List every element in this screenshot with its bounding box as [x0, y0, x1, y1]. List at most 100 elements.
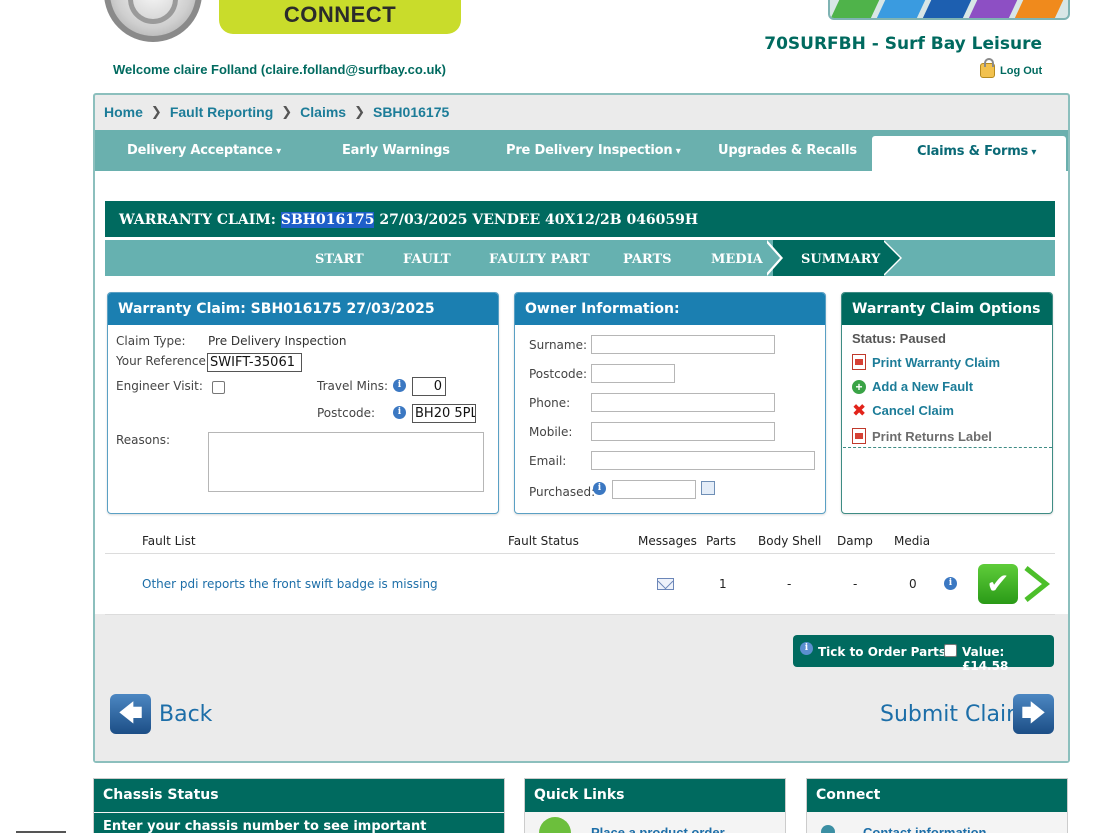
tile-blue[interactable]	[922, 0, 974, 18]
warranty-claim-title: Warranty Claim: SBH016175 27/03/2025	[108, 293, 498, 325]
reference-label: Your Reference:	[116, 354, 210, 368]
breadcrumb-current[interactable]: SBH016175	[373, 104, 449, 120]
fault-link[interactable]: Other pdi reports the front swift badge …	[142, 577, 438, 591]
connect-box: Connect Contact information	[806, 778, 1068, 833]
chassis-status-box: Chassis Status Enter your chassis number…	[93, 778, 505, 833]
cross-icon: ✖	[852, 400, 867, 420]
phone-input[interactable]	[591, 393, 775, 412]
contact-info-link[interactable]: Contact information	[863, 825, 987, 833]
claim-ref: SBH016175	[280, 212, 375, 228]
surname-label: Surname:	[529, 338, 588, 352]
info-icon[interactable]: i	[393, 379, 406, 392]
plus-icon: +	[852, 379, 866, 394]
place-order-link[interactable]: Place a product order	[591, 825, 725, 833]
order-parts-label: Tick to Order Parts:	[818, 645, 951, 659]
back-button[interactable]: Back	[159, 702, 212, 727]
purchased-label: Purchased:	[529, 485, 596, 499]
email-input[interactable]	[591, 451, 815, 470]
header-fault-status: Fault Status	[508, 534, 579, 548]
phone-label: Phone:	[529, 396, 571, 410]
purchased-input[interactable]	[612, 480, 696, 499]
chassis-prompt: Enter your chassis number to see importa…	[94, 813, 504, 833]
back-arrow-icon[interactable]: 🡄	[110, 694, 151, 734]
claim-options-title: Warranty Claim Options	[842, 293, 1052, 325]
brand-tiles[interactable]	[828, 0, 1070, 20]
surname-input[interactable]	[591, 335, 775, 354]
order-parts-bar: i Tick to Order Parts: Value: £14.58	[793, 635, 1054, 673]
damp-value: -	[853, 577, 858, 591]
chassis-status-title: Chassis Status	[94, 779, 504, 812]
add-fault-link[interactable]: + Add a New Fault	[852, 379, 973, 394]
logout-label: Log Out	[1000, 64, 1043, 77]
connect-title: Connect	[807, 779, 1067, 812]
order-parts-checkbox[interactable]	[944, 644, 957, 657]
info-icon[interactable]: i	[800, 642, 813, 655]
header-damp: Damp	[837, 534, 873, 548]
claim-type-value: Pre Delivery Inspection	[208, 334, 347, 348]
cancel-claim-link[interactable]: ✖ Cancel Claim	[852, 400, 954, 420]
claim-title-bar: WARRANTY CLAIM: SBH016175 27/03/2025 VEN…	[105, 201, 1055, 237]
breadcrumb-home[interactable]: Home	[104, 104, 143, 120]
breadcrumb-claims[interactable]: Claims	[300, 104, 346, 120]
owner-postcode-input[interactable]	[591, 364, 675, 383]
owner-postcode-label: Postcode:	[529, 367, 588, 381]
nav-delivery-acceptance[interactable]: Delivery Acceptance	[127, 143, 281, 158]
mobile-input[interactable]	[591, 422, 775, 441]
info-icon[interactable]: i	[393, 406, 406, 419]
step-start[interactable]: START	[315, 252, 364, 267]
header-messages: Messages	[638, 534, 697, 548]
body-shell-value: -	[787, 577, 792, 591]
submit-arrow-icon[interactable]: 🡆	[1013, 694, 1054, 734]
tile-orange[interactable]	[1014, 0, 1066, 18]
contact-icon	[821, 825, 835, 833]
engineer-visit-checkbox[interactable]	[212, 381, 225, 394]
welcome-text: Welcome claire Folland (claire.folland@s…	[113, 62, 446, 77]
info-icon[interactable]: i	[593, 482, 606, 495]
tile-purple[interactable]	[968, 0, 1020, 18]
reasons-label: Reasons:	[116, 433, 171, 447]
step-faulty-part[interactable]: FAULTY PART	[489, 252, 590, 267]
nav-claims-forms[interactable]: Claims & Forms	[917, 144, 1036, 159]
print-returns-link[interactable]: Print Returns Label	[852, 428, 992, 444]
logout-link[interactable]: Log Out	[980, 58, 1043, 78]
tile-green[interactable]	[830, 0, 882, 18]
pdf-icon	[852, 354, 866, 370]
breadcrumb-fault-reporting[interactable]: Fault Reporting	[170, 104, 273, 120]
reasons-textarea[interactable]	[208, 432, 484, 492]
chevron-right-icon: ❯	[281, 104, 293, 119]
travel-mins-input[interactable]: 0	[412, 377, 446, 396]
header-media: Media	[894, 534, 931, 548]
claim-type-label: Claim Type:	[116, 334, 186, 348]
nav-early-warnings[interactable]: Early Warnings	[342, 143, 450, 158]
nav-pre-delivery-inspection[interactable]: Pre Delivery Inspection	[506, 143, 681, 158]
reference-input[interactable]: SWIFT-35061	[207, 353, 302, 372]
lock-icon	[980, 58, 995, 78]
pdf-icon	[852, 428, 866, 444]
travel-mins-label: Travel Mins:	[317, 379, 389, 393]
swift-logo-icon	[104, 0, 202, 42]
step-summary[interactable]: SUMMARY	[801, 252, 880, 267]
nav-upgrades-recalls[interactable]: Upgrades & Recalls	[718, 143, 857, 158]
submit-claim-button[interactable]: Submit Claim	[880, 702, 1028, 727]
postcode-input[interactable]: BH20 5PL	[412, 404, 476, 423]
email-label: Email:	[529, 454, 567, 468]
calendar-icon[interactable]	[701, 481, 715, 495]
check-icon[interactable]: ✔	[978, 564, 1018, 604]
engineer-visit-label: Engineer Visit:	[116, 379, 203, 393]
step-media[interactable]: MEDIA	[711, 252, 763, 267]
tile-lightblue[interactable]	[876, 0, 928, 18]
chevron-right-icon[interactable]	[1022, 566, 1050, 602]
print-claim-link[interactable]: Print Warranty Claim	[852, 354, 1000, 370]
mobile-label: Mobile:	[529, 425, 573, 439]
step-parts[interactable]: PARTS	[623, 252, 672, 267]
header-fault-list: Fault List	[142, 534, 196, 548]
info-icon[interactable]: i	[944, 577, 957, 590]
dealer-name: 70SURFBH - Surf Bay Leisure	[764, 34, 1042, 54]
connect-logo: CONNECT	[219, 0, 461, 34]
owner-info-title: Owner Information:	[515, 293, 825, 325]
header-parts: Parts	[706, 534, 736, 548]
breadcrumb: Home ❯ Fault Reporting ❯ Claims ❯ SBH016175	[104, 104, 449, 120]
mail-icon[interactable]	[657, 578, 674, 590]
quick-links-title: Quick Links	[525, 779, 785, 812]
step-fault[interactable]: FAULT	[403, 252, 451, 267]
